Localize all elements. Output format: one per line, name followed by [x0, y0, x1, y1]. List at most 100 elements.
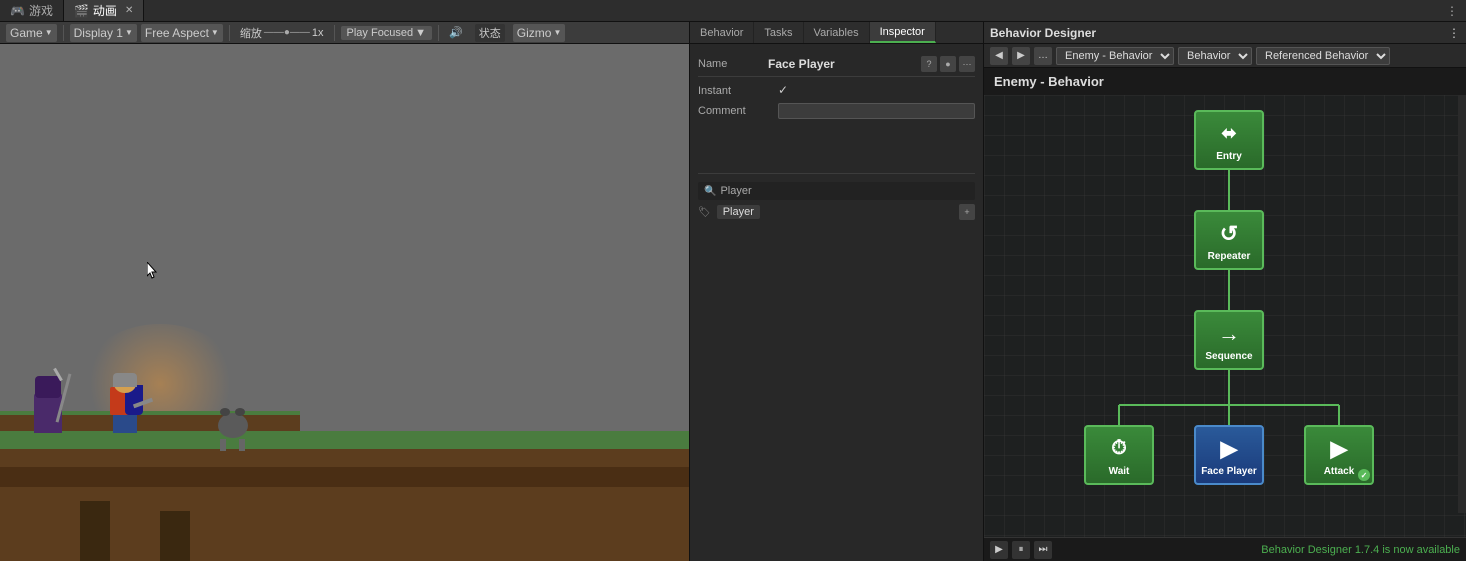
tab-inspector[interactable]: Inspector [870, 22, 936, 43]
dirt-dark-layer [0, 467, 689, 487]
node-repeater[interactable]: ↺ Repeater [1194, 210, 1264, 270]
display-dropdown[interactable]: Display 1 ▼ [70, 24, 137, 42]
player-tag-row: 🏷 Player + [698, 204, 975, 220]
instant-row: Instant ✓ [698, 83, 975, 97]
node-face-player[interactable]: ▶ Face Player [1194, 425, 1264, 485]
bd-more-btn[interactable]: ⋮ [1448, 26, 1460, 40]
tab-game[interactable]: 🎮 游戏 [0, 0, 64, 21]
tab-animation[interactable]: 🎬 动画 ✕ [64, 0, 144, 21]
divider-3 [334, 25, 335, 41]
comment-row: Comment [698, 103, 975, 119]
repeater-icon: ↺ [1214, 219, 1244, 249]
bookmark-icon[interactable]: ● [940, 56, 956, 72]
attack-check-badge: ✓ [1358, 469, 1370, 481]
tab-variables[interactable]: Variables [804, 22, 870, 43]
stats-item: 状态 [471, 24, 509, 42]
gizmo-label: Gizmo [517, 26, 552, 40]
bd-prev-btn[interactable]: ◀ [990, 47, 1008, 65]
entry-label: Entry [1216, 151, 1242, 162]
mouse-cursor [147, 262, 155, 274]
display-dropdown-arrow: ▼ [125, 28, 133, 37]
player-add-btn[interactable]: + [959, 204, 975, 220]
bd-canvas-wrapper: Enemy - Behavior ⬌ [984, 68, 1466, 561]
aspect-dropdown-arrow: ▼ [211, 28, 219, 37]
bd-next-btn[interactable]: ▶ [1012, 47, 1030, 65]
bd-scrollbar-vertical[interactable] [1458, 95, 1466, 513]
tasks-tab-label: Tasks [764, 27, 792, 39]
tab-more-button[interactable]: ⋮ [1438, 4, 1466, 18]
character-dark [30, 378, 65, 433]
attack-icon: ▶ [1324, 434, 1354, 464]
name-field-label: Name [698, 58, 768, 70]
game-viewport [0, 44, 689, 561]
zoom-label: 1x [312, 27, 324, 39]
bd-entity-select[interactable]: Enemy - Behavior [1056, 47, 1174, 65]
tab-behavior[interactable]: Behavior [690, 22, 754, 43]
divider-2 [229, 25, 230, 41]
game-label: Game [10, 26, 43, 40]
stats-label[interactable]: 状态 [475, 24, 505, 42]
entry-icon: ⬌ [1214, 119, 1244, 149]
bd-behavior-select[interactable]: Behavior [1178, 47, 1252, 65]
face-player-label: Face Player [1201, 466, 1257, 477]
add-icon: + [964, 207, 969, 217]
bd-header: Behavior Designer ⋮ [984, 22, 1466, 44]
player-tag-label: Player [723, 206, 754, 218]
play-focused-label: Play Focused [347, 27, 414, 39]
wait-label: Wait [1109, 466, 1130, 477]
pause-icon: ⏸ [1019, 544, 1024, 555]
node-attack[interactable]: ▶ Attack ✓ [1304, 425, 1374, 485]
game-tab-label: 游戏 [29, 2, 53, 19]
divider-4 [438, 25, 439, 41]
name-field-value: Face Player [768, 57, 921, 71]
repeater-label: Repeater [1208, 251, 1251, 262]
bd-pause-btn[interactable]: ⏸ [1012, 541, 1030, 559]
bd-canvas-title: Enemy - Behavior [984, 68, 1466, 95]
play-focused-button[interactable]: Play Focused ▼ [341, 26, 433, 40]
pillar-2 [160, 511, 190, 561]
instant-label: Instant [698, 83, 778, 97]
spacer [698, 125, 975, 165]
aspect-label: Free Aspect [145, 26, 209, 40]
node-sequence[interactable]: → Sequence [1194, 310, 1264, 370]
character-hero [105, 373, 145, 433]
animation-tab-close[interactable]: ✕ [125, 5, 133, 16]
scale-item: 缩放 ——●—— 1x [236, 24, 328, 42]
aspect-dropdown[interactable]: Free Aspect ▼ [141, 24, 223, 42]
bd-dots-btn[interactable]: … [1034, 47, 1052, 65]
bd-play-btn[interactable]: ▶ [990, 541, 1008, 559]
node-wait[interactable]: ⏱ Wait [1084, 425, 1154, 485]
player-tag[interactable]: Player [717, 205, 760, 219]
node-entry[interactable]: ⬌ Entry [1194, 110, 1264, 170]
behavior-designer-panel: Behavior Designer ⋮ ◀ ▶ … Enemy - Behavi… [984, 22, 1466, 561]
mute-button[interactable]: 🔊 [445, 24, 467, 42]
inspector-panel: Behavior Tasks Variables Inspector Name … [690, 22, 984, 561]
bd-step-btn[interactable]: ⏭ [1034, 541, 1052, 559]
bd-ref-select[interactable]: Referenced Behavior [1256, 47, 1390, 65]
inspector-tab-label: Inspector [880, 26, 925, 38]
help-icon[interactable]: ? [921, 56, 937, 72]
animation-tab-label: 动画 [93, 2, 117, 19]
player-tag-icon: 🏷 [698, 207, 711, 218]
gizmo-dropdown[interactable]: Gizmo ▼ [513, 24, 566, 42]
game-scene [0, 44, 689, 561]
more-icon[interactable]: ⋯ [959, 56, 975, 72]
bd-title: Behavior Designer [990, 26, 1096, 40]
main-area: Game ▼ Display 1 ▼ Free Aspect ▼ 缩放 ——●—… [0, 22, 1466, 561]
player-search-icon: 🔍 [704, 186, 716, 197]
play-focused-arrow: ▼ [415, 27, 426, 39]
tab-tasks[interactable]: Tasks [754, 22, 803, 43]
game-tab-icon: 🎮 [10, 4, 25, 18]
sequence-icon: → [1214, 319, 1244, 349]
step-icon: ⏭ [1039, 544, 1048, 555]
top-tab-bar: 🎮 游戏 🎬 动画 ✕ ⋮ [0, 0, 1466, 22]
game-dropdown[interactable]: Game ▼ [6, 24, 57, 42]
scale-label: 缩放 [240, 25, 262, 41]
player-search-label: Player [720, 185, 969, 197]
variables-tab-label: Variables [814, 27, 859, 39]
bd-canvas[interactable]: ⬌ Entry ↺ Repeater → Sequence ⏱ Wait [984, 95, 1466, 537]
comment-input[interactable] [778, 103, 975, 119]
comment-label: Comment [698, 103, 778, 117]
ground-platform [0, 431, 689, 561]
pillar-1 [80, 501, 110, 561]
